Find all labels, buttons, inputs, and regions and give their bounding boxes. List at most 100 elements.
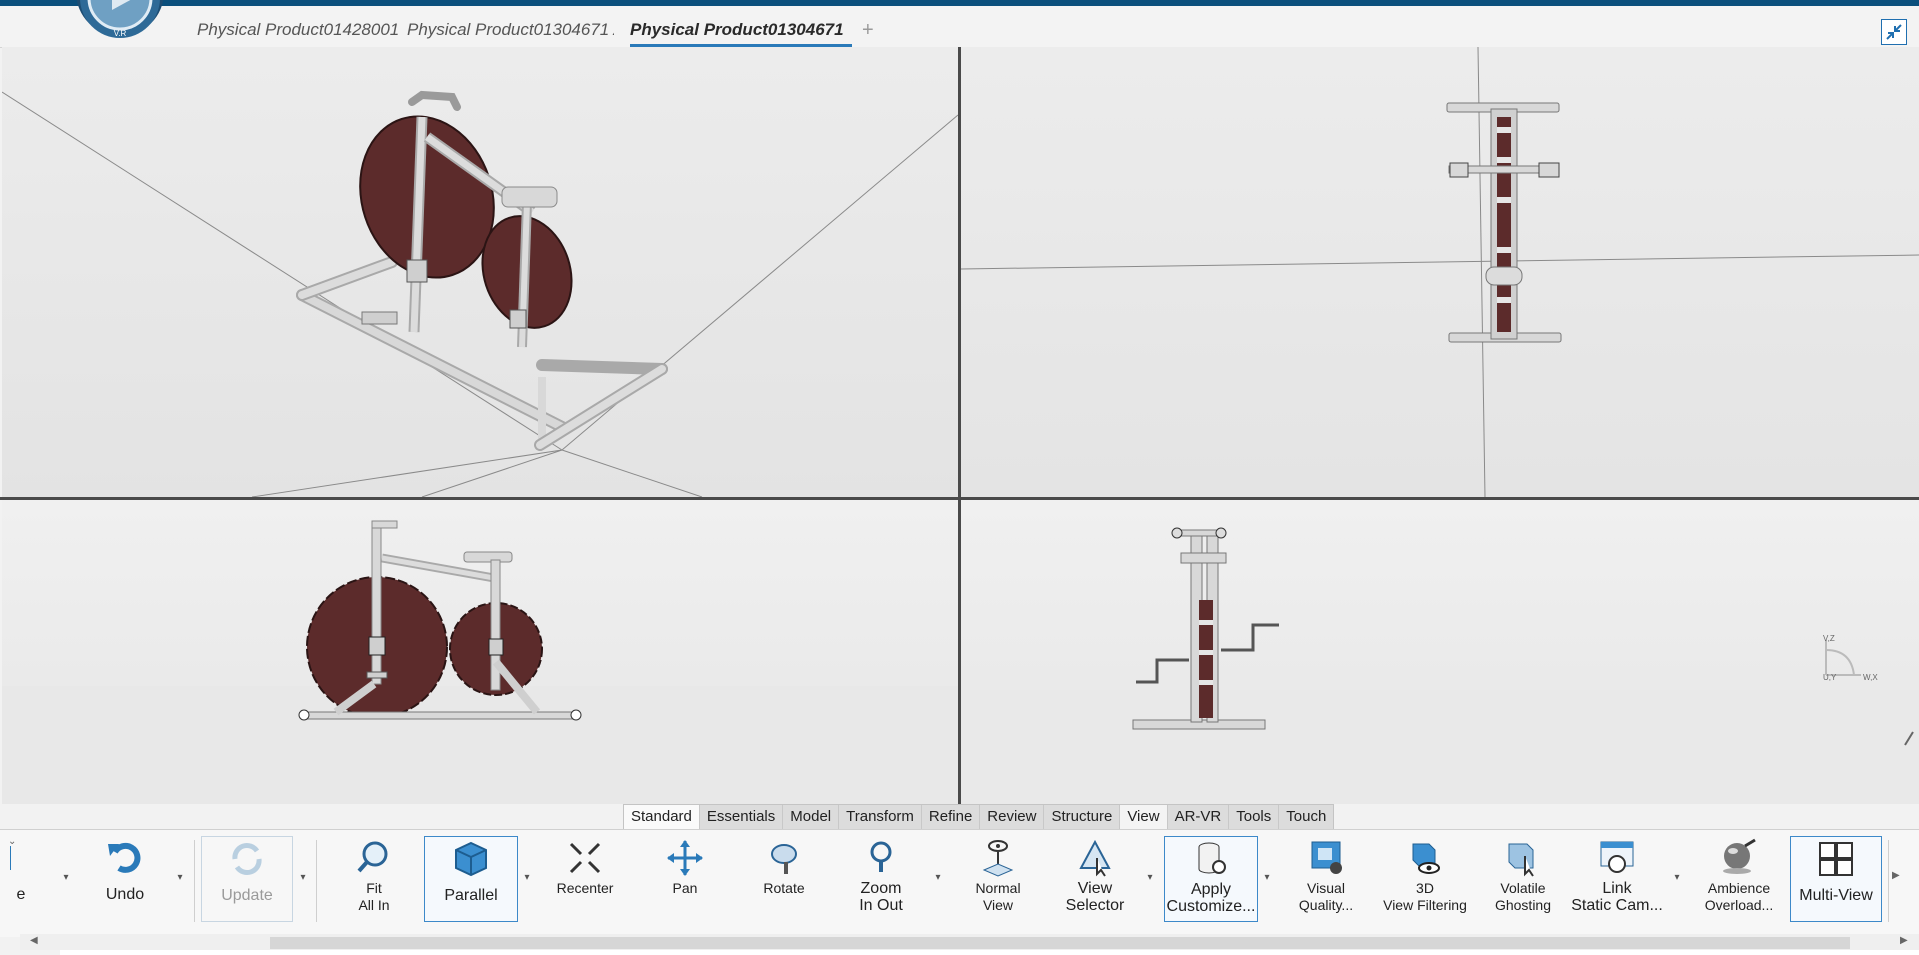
visual-quality-icon bbox=[1306, 838, 1346, 878]
viewport-front[interactable]: V,Z U,Y W,X bbox=[961, 500, 1919, 804]
view-filtering-button[interactable]: 3D View Filtering bbox=[1382, 836, 1468, 922]
partial-button[interactable]: e bbox=[10, 836, 32, 922]
view-selector-button[interactable]: View Selector bbox=[1060, 836, 1130, 922]
parallel-label: Parallel bbox=[444, 887, 498, 904]
add-tab-icon[interactable]: + bbox=[862, 20, 874, 40]
ghosting-label-2: Ghosting bbox=[1494, 897, 1552, 913]
title-bar: V.R Physical Product01428001 Physical Pr… bbox=[0, 0, 1919, 48]
view-selector-label-2: Selector bbox=[1065, 897, 1125, 914]
parallel-icon bbox=[451, 839, 491, 879]
pan-icon bbox=[665, 838, 705, 878]
volatile-ghosting-button[interactable]: Volatile Ghosting bbox=[1490, 836, 1556, 922]
normal-view-label-1: Normal bbox=[975, 880, 1021, 896]
tab-ar-vr[interactable]: AR-VR bbox=[1168, 805, 1230, 829]
zoom-label-1: Zoom bbox=[860, 880, 902, 897]
recenter-icon bbox=[565, 838, 605, 878]
scroll-right-icon[interactable]: ▶ bbox=[1900, 935, 1908, 946]
view-filtering-icon bbox=[1405, 838, 1445, 878]
ribbon-scrollbar-thumb[interactable] bbox=[270, 937, 1850, 949]
fit-all-in-icon bbox=[354, 838, 394, 878]
apply-label-2: Customize... bbox=[1166, 898, 1256, 915]
normal-view-label-2: View bbox=[982, 897, 1014, 913]
document-tab-1[interactable]: Physical Product01428001 bbox=[197, 16, 399, 44]
tab-essentials[interactable]: Essentials bbox=[700, 805, 784, 829]
tab-view[interactable]: View bbox=[1120, 805, 1168, 829]
undo-button[interactable]: Undo bbox=[90, 836, 160, 922]
axis-label-v: V,Z bbox=[1823, 634, 1835, 643]
normal-view-button[interactable]: Normal View bbox=[968, 836, 1028, 922]
tab-refine[interactable]: Refine bbox=[922, 805, 981, 829]
visual-quality-label-2: Quality... bbox=[1298, 897, 1354, 913]
viewport-side[interactable] bbox=[2, 500, 958, 804]
ambience-label-2: Overload... bbox=[1704, 897, 1774, 913]
bike-model-top[interactable] bbox=[1446, 102, 1562, 343]
visual-quality-label-1: Visual bbox=[1307, 880, 1345, 896]
partial-icon bbox=[10, 838, 32, 878]
document-tab-3-active[interactable]: Physical Product01304671 bbox=[630, 16, 852, 47]
fit-all-in-button[interactable]: Fit All In bbox=[345, 836, 403, 922]
viewport-top[interactable] bbox=[961, 47, 1919, 497]
bike-model-isometric[interactable] bbox=[296, 90, 668, 451]
ambience-overload-button[interactable]: Ambience Overload... bbox=[1700, 836, 1778, 922]
view-filtering-label-1: 3D bbox=[1416, 880, 1434, 896]
axis-label-h: U,Y bbox=[1823, 673, 1837, 682]
recenter-button[interactable]: Recenter bbox=[553, 836, 617, 922]
bottom-edge bbox=[60, 950, 1919, 955]
tab-touch[interactable]: Touch bbox=[1279, 805, 1333, 829]
apply-customize-dropdown-icon[interactable]: ▾ bbox=[1261, 873, 1273, 883]
tab-model[interactable]: Model bbox=[783, 805, 840, 829]
axis-label-w: W,X bbox=[1863, 673, 1878, 682]
multi-view-button[interactable]: Multi-View bbox=[1790, 836, 1882, 922]
link-static-cam-button[interactable]: Link Static Cam... bbox=[1571, 836, 1663, 922]
ghosting-label-1: Volatile bbox=[1500, 880, 1546, 896]
rotate-icon bbox=[764, 838, 804, 878]
apply-customize-button[interactable]: Apply Customize... bbox=[1164, 836, 1258, 922]
partial-dropdown-icon[interactable]: ▾ bbox=[60, 873, 72, 883]
rotate-button[interactable]: Rotate bbox=[754, 836, 814, 922]
rotate-label: Rotate bbox=[763, 880, 805, 896]
ribbon-separator bbox=[316, 840, 317, 922]
zoom-in-out-button[interactable]: Zoom In Out bbox=[847, 836, 915, 922]
link-cam-label-1: Link bbox=[1602, 880, 1632, 897]
visual-quality-button[interactable]: Visual Quality... bbox=[1298, 836, 1354, 922]
zoom-icon bbox=[861, 838, 901, 878]
pan-button[interactable]: Pan bbox=[655, 836, 715, 922]
compass-version-label: V.R bbox=[114, 29, 127, 38]
ribbon-scroll-right-icon[interactable]: ▶ bbox=[1892, 870, 1900, 881]
parallel-button[interactable]: Parallel bbox=[424, 836, 518, 922]
tab-review[interactable]: Review bbox=[980, 805, 1045, 829]
parallel-dropdown-icon[interactable]: ▾ bbox=[521, 873, 533, 883]
ambience-overload-icon bbox=[1719, 838, 1759, 878]
multi-view-area[interactable]: V,Z U,Y W,X bbox=[0, 47, 1919, 804]
pan-label: Pan bbox=[672, 880, 698, 896]
undo-label: Undo bbox=[105, 886, 145, 903]
viewport-divider-horizontal[interactable] bbox=[0, 497, 1919, 500]
undo-dropdown-icon[interactable]: ▾ bbox=[174, 873, 186, 883]
section-tab-bar: Standard Essentials Model Transform Refi… bbox=[623, 804, 1335, 830]
tab-transform[interactable]: Transform bbox=[839, 805, 922, 829]
viewport-isometric[interactable] bbox=[2, 47, 958, 497]
update-icon bbox=[227, 839, 267, 879]
ambience-label-1: Ambience bbox=[1707, 880, 1771, 896]
restore-icon[interactable] bbox=[1881, 19, 1907, 45]
tab-structure[interactable]: Structure bbox=[1044, 805, 1121, 829]
link-static-cam-dropdown-icon[interactable]: ▾ bbox=[1671, 873, 1683, 883]
scroll-left-icon[interactable]: ◀ bbox=[30, 935, 38, 946]
axis-triad: V,Z U,Y W,X bbox=[1823, 634, 1878, 682]
viewport-divider-vertical[interactable] bbox=[958, 47, 961, 804]
fit-label-1: Fit bbox=[366, 880, 382, 896]
tab-standard[interactable]: Standard bbox=[624, 805, 700, 829]
zoom-dropdown-icon[interactable]: ▾ bbox=[932, 873, 944, 883]
apply-label-1: Apply bbox=[1190, 881, 1231, 898]
view-selector-label-1: View bbox=[1077, 880, 1113, 897]
view-filtering-label-2: View Filtering bbox=[1383, 897, 1467, 913]
update-button[interactable]: Update bbox=[201, 836, 293, 922]
view-selector-dropdown-icon[interactable]: ▾ bbox=[1144, 873, 1156, 883]
normal-view-icon bbox=[978, 838, 1018, 878]
document-tab-2[interactable]: Physical Product01304671 A.1 bbox=[407, 16, 614, 44]
update-label: Update bbox=[221, 887, 273, 904]
apply-customize-icon bbox=[1191, 839, 1231, 879]
update-dropdown-icon[interactable]: ▾ bbox=[297, 873, 309, 883]
compass-icon[interactable]: V.R bbox=[72, 0, 168, 48]
tab-tools[interactable]: Tools bbox=[1229, 805, 1280, 829]
